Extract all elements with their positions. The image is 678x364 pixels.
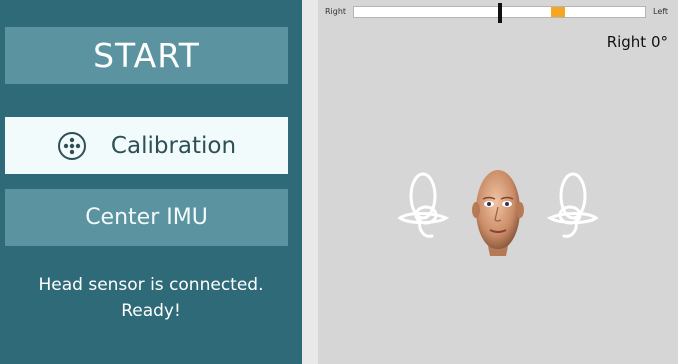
right-inner-ear-icon (546, 172, 599, 238)
panel-divider (302, 0, 318, 364)
left-inner-ear-icon (397, 172, 450, 238)
orientation-slider[interactable] (353, 3, 646, 23)
head-model-icon (472, 170, 524, 256)
start-button-label: START (93, 36, 200, 75)
center-imu-button-label: Center IMU (85, 205, 208, 230)
center-imu-button[interactable]: Center IMU (5, 189, 288, 246)
dots-circle-icon (57, 131, 86, 160)
angle-readout: Right 0° (606, 33, 668, 51)
status-line-1: Head sensor is connected. (38, 275, 264, 295)
target-marker (550, 7, 565, 17)
main-panel: Right Left Right 0° (318, 0, 678, 364)
calibration-button-label: Calibration (110, 132, 237, 159)
slider-right-label: Right (325, 7, 347, 16)
head-visualization (397, 170, 599, 256)
slider-left-label: Left (653, 7, 669, 16)
start-button[interactable]: START (5, 27, 288, 84)
status-message: Head sensor is connected. Ready! (0, 272, 302, 324)
calibration-button[interactable]: Calibration (5, 117, 288, 174)
sidebar: START Calibration Center IMU Head sensor… (0, 0, 302, 364)
slider-thumb[interactable] (497, 3, 502, 23)
status-line-2: Ready! (121, 301, 181, 321)
